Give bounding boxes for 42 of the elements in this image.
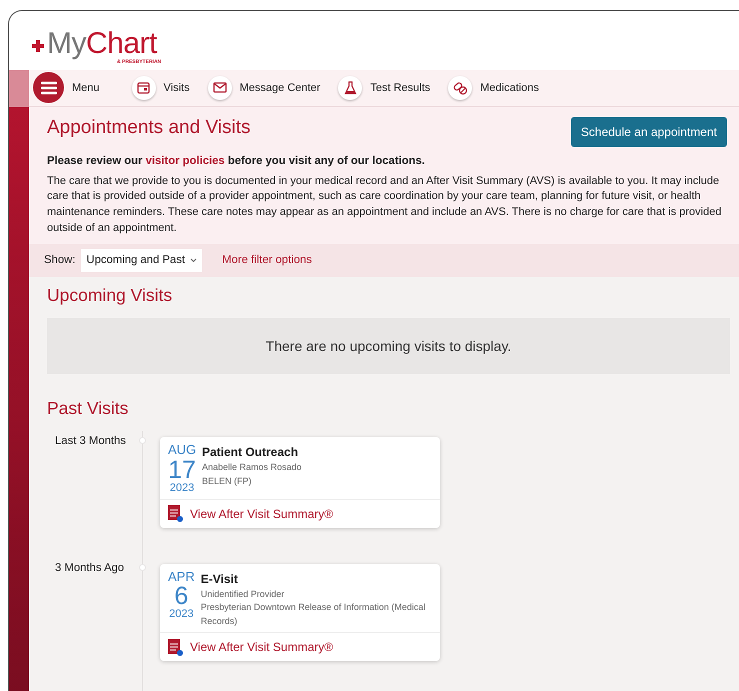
calendar-icon bbox=[132, 76, 156, 100]
visitor-policies-link[interactable]: visitor policies bbox=[146, 154, 225, 167]
visit-detail: BELEN (FP) bbox=[202, 474, 253, 488]
visit-day: 6 bbox=[168, 583, 195, 610]
visit-year: 2023 bbox=[168, 609, 195, 621]
section-title: Past Visits bbox=[47, 398, 130, 420]
visit-detail: Presbyterian Downtown Release of Information (Medical Records) bbox=[200, 601, 426, 628]
nav-link[interactable]: Visits bbox=[132, 76, 190, 100]
caret-icon bbox=[190, 258, 198, 263]
nav-link[interactable]: Message Center bbox=[208, 76, 320, 100]
pills-icon bbox=[448, 76, 472, 100]
nav-link[interactable]: Menu bbox=[33, 72, 100, 104]
summary-link[interactable]: View After Visit Summary® bbox=[160, 500, 440, 528]
visit-month: AUG bbox=[168, 443, 196, 457]
timeline-label: Last 3 Months bbox=[54, 434, 127, 450]
visit-type: E-Visit bbox=[200, 570, 239, 588]
empty-message: There are no upcoming visits to display. bbox=[47, 318, 730, 374]
show-label: Show: bbox=[44, 253, 76, 268]
notice-text: Please review our visitor policies before you visit any of our locations. bbox=[47, 154, 426, 169]
flask-icon bbox=[338, 76, 362, 100]
logo[interactable]: MyChart bbox=[31, 29, 157, 59]
visit-card[interactable]: APR 6 2023 E-Visit Unidentified Provider Presbyterian Downtown Release of Information (Medical Records) View After Visit Summary® bbox=[160, 564, 440, 661]
section-title: Upcoming Visits bbox=[47, 285, 174, 306]
description-text: The care that we provide to you is documented in your medical record and an After Visit Summary (AVS) is available to you. It may include care that is provided outside of a provider appointment, such as care coordination by your care team, planning for future visit, or health maintenance reminders. These care notes may appear as an appointment and include an AVS. There is no charge for care that is provided outside of an appointment. bbox=[47, 174, 722, 236]
document-icon bbox=[168, 638, 183, 656]
menu-icon bbox=[33, 72, 64, 104]
schedule-button[interactable]: Schedule an appointment bbox=[570, 116, 727, 147]
nav-link[interactable]: Medications bbox=[448, 76, 539, 100]
document-icon bbox=[168, 505, 183, 522]
visit-detail: Anabelle Ramos Rosado bbox=[202, 461, 302, 474]
visit-day: 17 bbox=[168, 456, 196, 483]
filter-options-link[interactable]: More filter options bbox=[222, 252, 312, 270]
nav-link[interactable]: Test Results bbox=[338, 76, 430, 100]
page-title: Appointments and Visits bbox=[47, 116, 250, 140]
timeline-label: 3 Months Ago bbox=[54, 560, 126, 576]
envelope-icon bbox=[208, 76, 232, 100]
visit-year: 2023 bbox=[168, 482, 196, 494]
view-dropdown[interactable]: Upcoming and Past bbox=[81, 249, 202, 272]
summary-link[interactable]: View After Visit Summary® bbox=[160, 633, 440, 661]
visit-month: APR bbox=[168, 570, 195, 584]
visit-detail: Unidentified Provider bbox=[200, 588, 286, 600]
visit-type: Patient Outreach bbox=[202, 444, 300, 462]
